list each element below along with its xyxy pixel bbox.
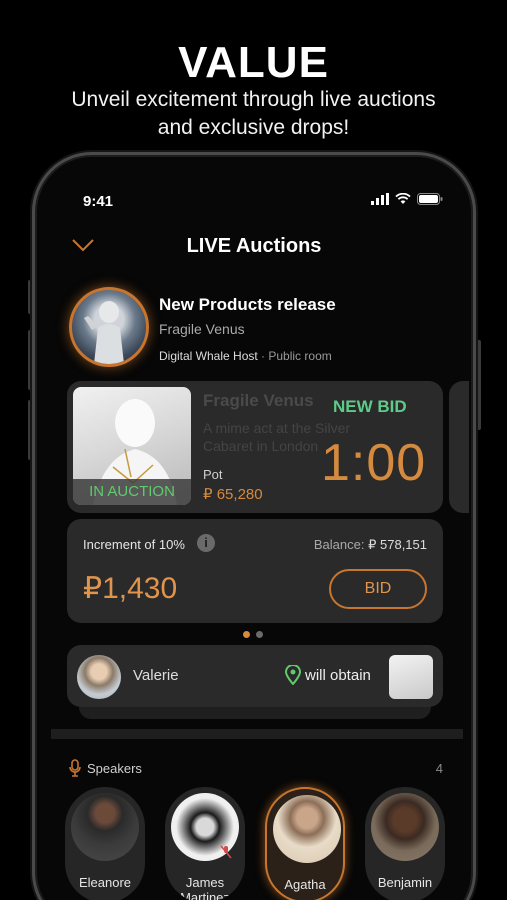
balance: Balance: ₽ 578,151	[314, 537, 427, 553]
speaker-card[interactable]: Benjamin	[365, 787, 445, 900]
in-auction-badge: IN AUCTION	[73, 479, 191, 505]
pager-dots[interactable]	[243, 631, 263, 638]
speaker-name: Eleanore	[78, 875, 132, 890]
winner-name: Valerie	[133, 667, 179, 684]
mic-icon	[69, 759, 81, 777]
winner-card[interactable]: Valerie will obtain	[67, 645, 443, 707]
phone-power-button	[477, 340, 481, 430]
location-pin-icon	[285, 665, 301, 685]
bid-button[interactable]: BID	[329, 569, 427, 609]
statue-image	[84, 301, 124, 364]
auction-timer: 1:00	[321, 434, 427, 492]
balance-value: 578,151	[380, 537, 427, 552]
new-bid-label: NEW BID	[333, 397, 407, 416]
pager-dot[interactable]	[256, 631, 263, 638]
page-title: LIVE Auctions	[186, 235, 322, 257]
mic-muted-icon	[220, 845, 232, 859]
next-auction-card-peek[interactable]	[449, 381, 469, 513]
speaker-card-active[interactable]: Agatha	[265, 787, 345, 900]
speaker-name: Benjamin	[377, 875, 433, 890]
coin-icon: ₽	[203, 486, 213, 503]
room-avatar[interactable]	[69, 287, 149, 367]
auction-item-title: Fragile Venus	[203, 391, 314, 410]
speaker-card[interactable]: James Martinez	[165, 787, 245, 900]
balance-coin-icon: ₽	[368, 537, 377, 552]
promo-subtitle-line1: Unveil excitement through live auctions	[71, 88, 436, 111]
room-subtitle: Fragile Venus	[159, 321, 245, 337]
bid-card: Increment of 10% i Balance: ₽ 578,151 ₽1…	[67, 519, 443, 623]
auction-card[interactable]: IN AUCTION Fragile Venus A mime act at t…	[67, 381, 443, 513]
avatar	[71, 793, 139, 861]
room-title: New Products release	[159, 295, 336, 314]
auction-item-image: IN AUCTION	[73, 387, 191, 505]
battery-icon	[417, 193, 443, 205]
speakers-heading: Speakers	[87, 761, 142, 776]
room-visibility: Public room	[268, 349, 332, 363]
speakers-title: Speakers	[87, 761, 142, 776]
speaker-name: Agatha	[284, 877, 326, 892]
section-divider	[51, 729, 463, 739]
status-time: 9:41	[83, 193, 114, 210]
host-separator: ·	[257, 349, 269, 363]
host-name: Digital Whale Host	[159, 349, 258, 363]
pager-dot-active[interactable]	[243, 631, 250, 638]
avatar	[371, 793, 439, 861]
balance-label: Balance:	[313, 537, 365, 552]
pot-amount: 65,280	[216, 486, 263, 503]
pot-label: Pot	[203, 467, 223, 482]
winner-item-thumbnail	[389, 655, 433, 699]
bid-coin-icon: ₽	[83, 572, 103, 605]
promo-subtitle-line2: and exclusive drops!	[157, 116, 350, 139]
signal-icon	[371, 193, 389, 205]
bid-amount: ₽1,430	[83, 571, 177, 606]
room-host-line: Digital Whale Host · Public room	[159, 349, 332, 363]
increment-label: Increment of 10%	[83, 537, 185, 552]
avatar	[77, 655, 121, 699]
bid-amount-value: 1,430	[102, 572, 178, 605]
will-obtain-label: will obtain	[305, 667, 371, 684]
wifi-icon	[395, 193, 411, 204]
promo-subtitle: Unveil excitement through live auctions …	[0, 86, 507, 142]
speakers-count: 4	[435, 761, 443, 776]
promo-title: VALUE	[178, 38, 329, 87]
info-icon[interactable]: i	[197, 534, 215, 552]
pot-value: ₽ 65,280	[203, 485, 263, 503]
phone-frame: 9:41 LIVE Auctions New Products release …	[32, 152, 476, 900]
status-icons	[371, 193, 443, 205]
speaker-card[interactable]: Eleanore	[65, 787, 145, 900]
speaker-name: James Martinez	[180, 875, 230, 900]
avatar	[273, 795, 341, 863]
